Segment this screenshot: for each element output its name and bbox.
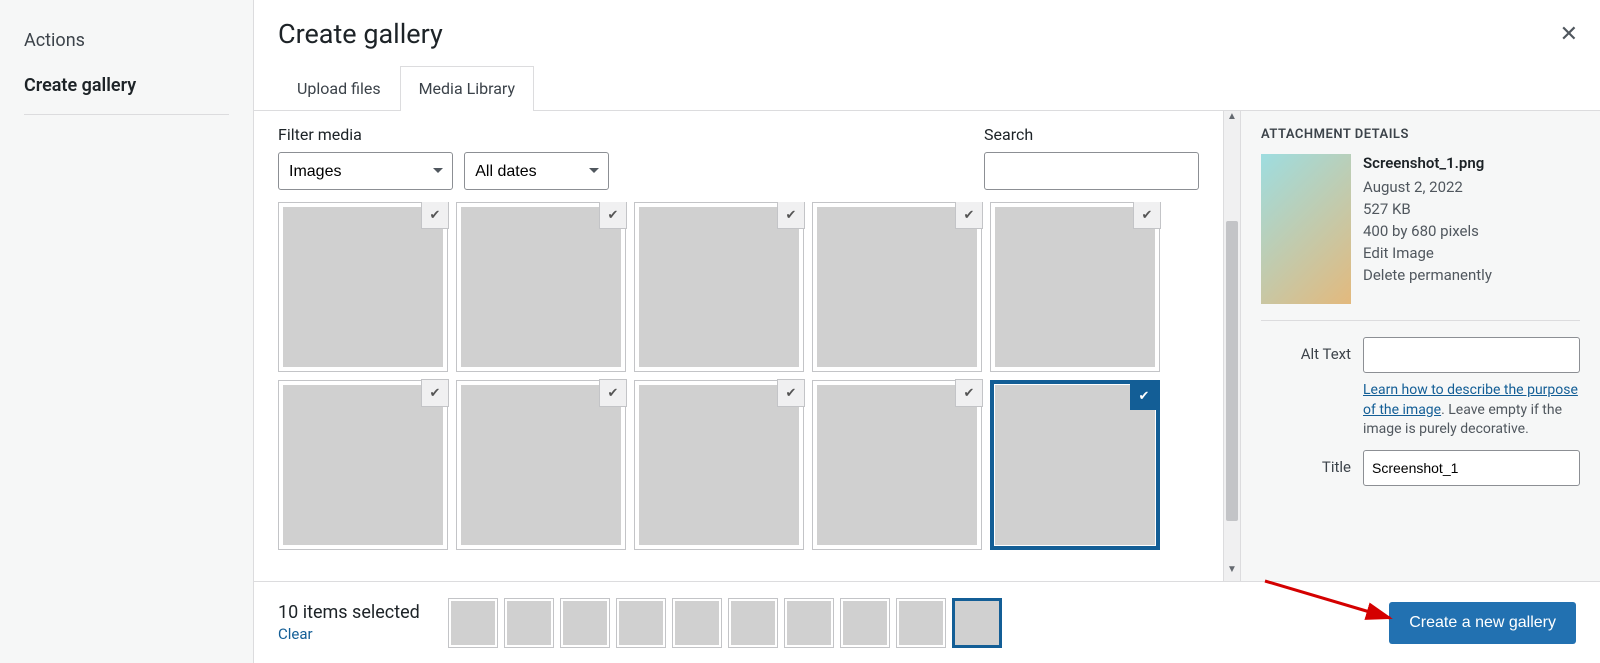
attachment-filename: Screenshot_1.png — [1363, 154, 1492, 172]
selection-chip[interactable] — [728, 598, 778, 648]
modal-header: Create gallery — [254, 0, 1600, 50]
media-grid: ✔ ✔ ✔ ✔ ✔ ✔ ✔ ✔ ✔ ✔ — [278, 202, 1215, 550]
selection-count: 10 items selected — [278, 602, 420, 623]
check-icon[interactable]: ✔ — [599, 379, 627, 407]
sidebar-item-create-gallery[interactable]: Create gallery — [0, 63, 253, 108]
selection-chip-thumbnail — [451, 601, 495, 645]
selection-chip[interactable] — [784, 598, 834, 648]
search-input[interactable] — [984, 152, 1199, 190]
attachment-details: ATTACHMENT DETAILS Screenshot_1.png Augu… — [1240, 111, 1600, 581]
media-tile[interactable]: ✔ — [634, 202, 804, 372]
check-icon[interactable]: ✔ — [777, 202, 805, 229]
delete-permanently-link[interactable]: Delete permanently — [1363, 266, 1492, 284]
scrollbar-up-icon[interactable]: ▲ — [1224, 111, 1240, 128]
media-thumbnail — [817, 385, 977, 545]
sidebar-item-actions[interactable]: Actions — [0, 18, 253, 63]
selection-chip-thumbnail — [675, 601, 719, 645]
selection-chip[interactable] — [560, 598, 610, 648]
media-tile[interactable]: ✔ — [456, 380, 626, 550]
content-area: Filter media Images All dates — [254, 111, 1600, 581]
search-label: Search — [984, 125, 1199, 144]
selection-chip-thumbnail — [899, 601, 943, 645]
details-title: ATTACHMENT DETAILS — [1261, 127, 1580, 142]
attachment-dimensions: 400 by 680 pixels — [1363, 222, 1492, 240]
media-tile[interactable]: ✔ — [812, 202, 982, 372]
filter-media-label: Filter media — [278, 125, 609, 144]
selection-chip[interactable] — [616, 598, 666, 648]
sidebar-separator — [24, 114, 229, 115]
details-separator — [1261, 320, 1580, 321]
selection-chip[interactable] — [448, 598, 498, 648]
attachment-size: 527 KB — [1363, 200, 1492, 218]
modal-main: ✕ Create gallery Upload files Media Libr… — [254, 0, 1600, 663]
selection-chip[interactable] — [840, 598, 890, 648]
media-library: Filter media Images All dates — [254, 111, 1223, 581]
filter-bar: Filter media Images All dates — [278, 125, 1223, 202]
close-icon[interactable]: ✕ — [1560, 22, 1578, 47]
edit-image-link[interactable]: Edit Image — [1363, 244, 1492, 262]
filter-type-select[interactable]: Images — [278, 152, 453, 190]
tab-media-library[interactable]: Media Library — [400, 66, 534, 111]
attachment-date: August 2, 2022 — [1363, 178, 1492, 196]
scrollbar-vertical[interactable]: ▲ ▼ — [1223, 111, 1240, 581]
alt-text-input[interactable] — [1363, 337, 1580, 373]
scrollbar-thumb[interactable] — [1226, 221, 1238, 521]
check-icon[interactable]: ✔ — [777, 379, 805, 407]
selection-chip-thumbnail — [787, 601, 831, 645]
check-icon[interactable]: ✔ — [421, 202, 449, 229]
selection-chip[interactable] — [896, 598, 946, 648]
selection-chip-thumbnail — [843, 601, 887, 645]
selection-chip-thumbnail — [563, 601, 607, 645]
title-input[interactable] — [1363, 450, 1580, 486]
scrollbar-down-icon[interactable]: ▼ — [1224, 564, 1240, 581]
alt-text-label: Alt Text — [1261, 337, 1351, 363]
selection-strip — [448, 598, 1002, 648]
media-grid-scroll[interactable]: ✔ ✔ ✔ ✔ ✔ ✔ ✔ ✔ ✔ ✔ — [278, 202, 1223, 581]
check-icon[interactable]: ✔ — [955, 202, 983, 229]
filter-date-select[interactable]: All dates — [464, 152, 609, 190]
check-icon[interactable]: ✔ — [599, 202, 627, 229]
check-icon[interactable]: ✔ — [421, 379, 449, 407]
media-tile[interactable]: ✔ — [990, 202, 1160, 372]
modal-title: Create gallery — [278, 18, 1576, 50]
title-label: Title — [1261, 450, 1351, 476]
media-thumbnail — [639, 207, 799, 367]
selection-chip-thumbnail — [619, 601, 663, 645]
tabs: Upload files Media Library — [254, 66, 1600, 111]
check-icon[interactable]: ✔ — [1130, 382, 1158, 410]
check-icon[interactable]: ✔ — [1133, 202, 1161, 229]
media-thumbnail — [283, 385, 443, 545]
media-tile[interactable]: ✔ — [634, 380, 804, 550]
selection-chip-thumbnail — [955, 601, 999, 645]
check-icon[interactable]: ✔ — [955, 379, 983, 407]
modal-footer: 10 items selected Clear Create a new gal… — [254, 581, 1600, 663]
clear-selection-link[interactable]: Clear — [278, 625, 420, 643]
media-tile[interactable]: ✔ — [990, 380, 1160, 550]
selection-chip[interactable] — [504, 598, 554, 648]
media-thumbnail — [461, 385, 621, 545]
media-tile[interactable]: ✔ — [278, 380, 448, 550]
media-thumbnail — [461, 207, 621, 367]
media-thumbnail — [817, 207, 977, 367]
selection-chip-thumbnail — [507, 601, 551, 645]
media-tile[interactable]: ✔ — [812, 380, 982, 550]
selection-chip[interactable] — [672, 598, 722, 648]
modal-sidebar: Actions Create gallery — [0, 0, 254, 663]
selection-chip-thumbnail — [731, 601, 775, 645]
media-tile[interactable]: ✔ — [456, 202, 626, 372]
attachment-thumbnail — [1261, 154, 1351, 304]
media-tile[interactable]: ✔ — [278, 202, 448, 372]
tab-upload-files[interactable]: Upload files — [278, 66, 400, 110]
selection-chip[interactable] — [952, 598, 1002, 648]
create-gallery-button[interactable]: Create a new gallery — [1389, 602, 1576, 644]
media-thumbnail — [283, 207, 443, 367]
media-thumbnail — [995, 207, 1155, 367]
media-thumbnail — [639, 385, 799, 545]
